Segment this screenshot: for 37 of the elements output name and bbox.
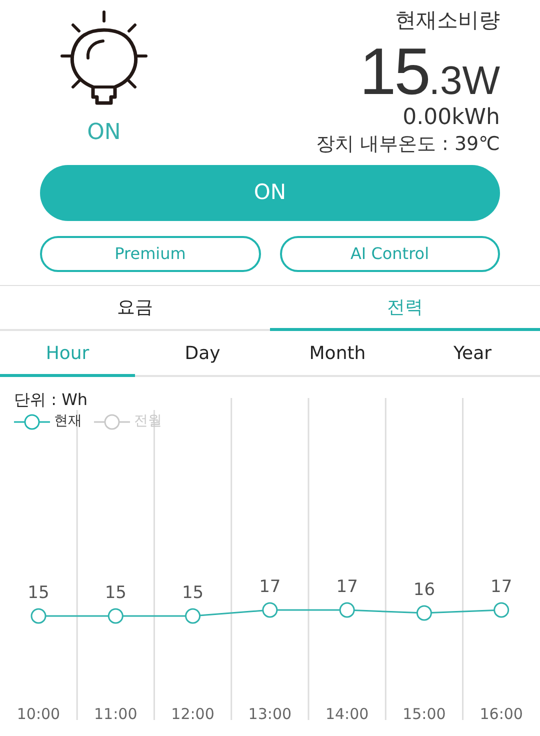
axis-label: 15:00 — [402, 705, 446, 720]
data-label: 16 — [413, 580, 436, 600]
period-tab[interactable]: Year — [405, 332, 540, 377]
axis-label: 13:00 — [248, 705, 292, 720]
mode-button[interactable]: Premium — [40, 236, 260, 272]
axis-label: 10:00 — [16, 705, 60, 720]
axis-label: 16:00 — [480, 705, 523, 720]
data-point — [262, 602, 278, 618]
data-point — [108, 608, 124, 624]
data-label: 17 — [490, 577, 512, 597]
tab[interactable]: 전력 — [270, 286, 540, 331]
data-point — [494, 602, 510, 618]
tab[interactable]: 요금 — [0, 286, 270, 331]
temperature-text: 장치 내부온도 : 39℃ — [316, 132, 500, 156]
period-tab[interactable]: Day — [135, 332, 270, 377]
axis-label: 11:00 — [94, 705, 138, 720]
data-label: 15 — [182, 583, 204, 603]
legend-label[interactable]: 현재 — [54, 411, 82, 432]
axis-label: 12:00 — [171, 705, 214, 720]
data-label: 17 — [336, 577, 358, 597]
status-label: ON — [87, 119, 121, 147]
period-tab[interactable]: Month — [270, 332, 405, 377]
data-label: 15 — [28, 583, 50, 603]
power-button[interactable]: ON — [40, 165, 500, 221]
data-label: 15 — [104, 583, 126, 603]
axis-label: 14:00 — [325, 705, 369, 720]
data-label: 17 — [259, 577, 281, 597]
power-fraction: .3W — [428, 61, 500, 101]
energy-value: 0.00kWh — [402, 104, 500, 132]
data-point — [416, 605, 432, 621]
consumption-title: 현재소비량 — [395, 7, 500, 34]
data-point — [30, 608, 46, 624]
period-tab[interactable]: Hour — [0, 332, 135, 377]
data-point — [185, 608, 201, 624]
mode-button[interactable]: AI Control — [280, 236, 500, 272]
power-value: 15 — [359, 38, 429, 104]
data-point — [339, 602, 355, 618]
